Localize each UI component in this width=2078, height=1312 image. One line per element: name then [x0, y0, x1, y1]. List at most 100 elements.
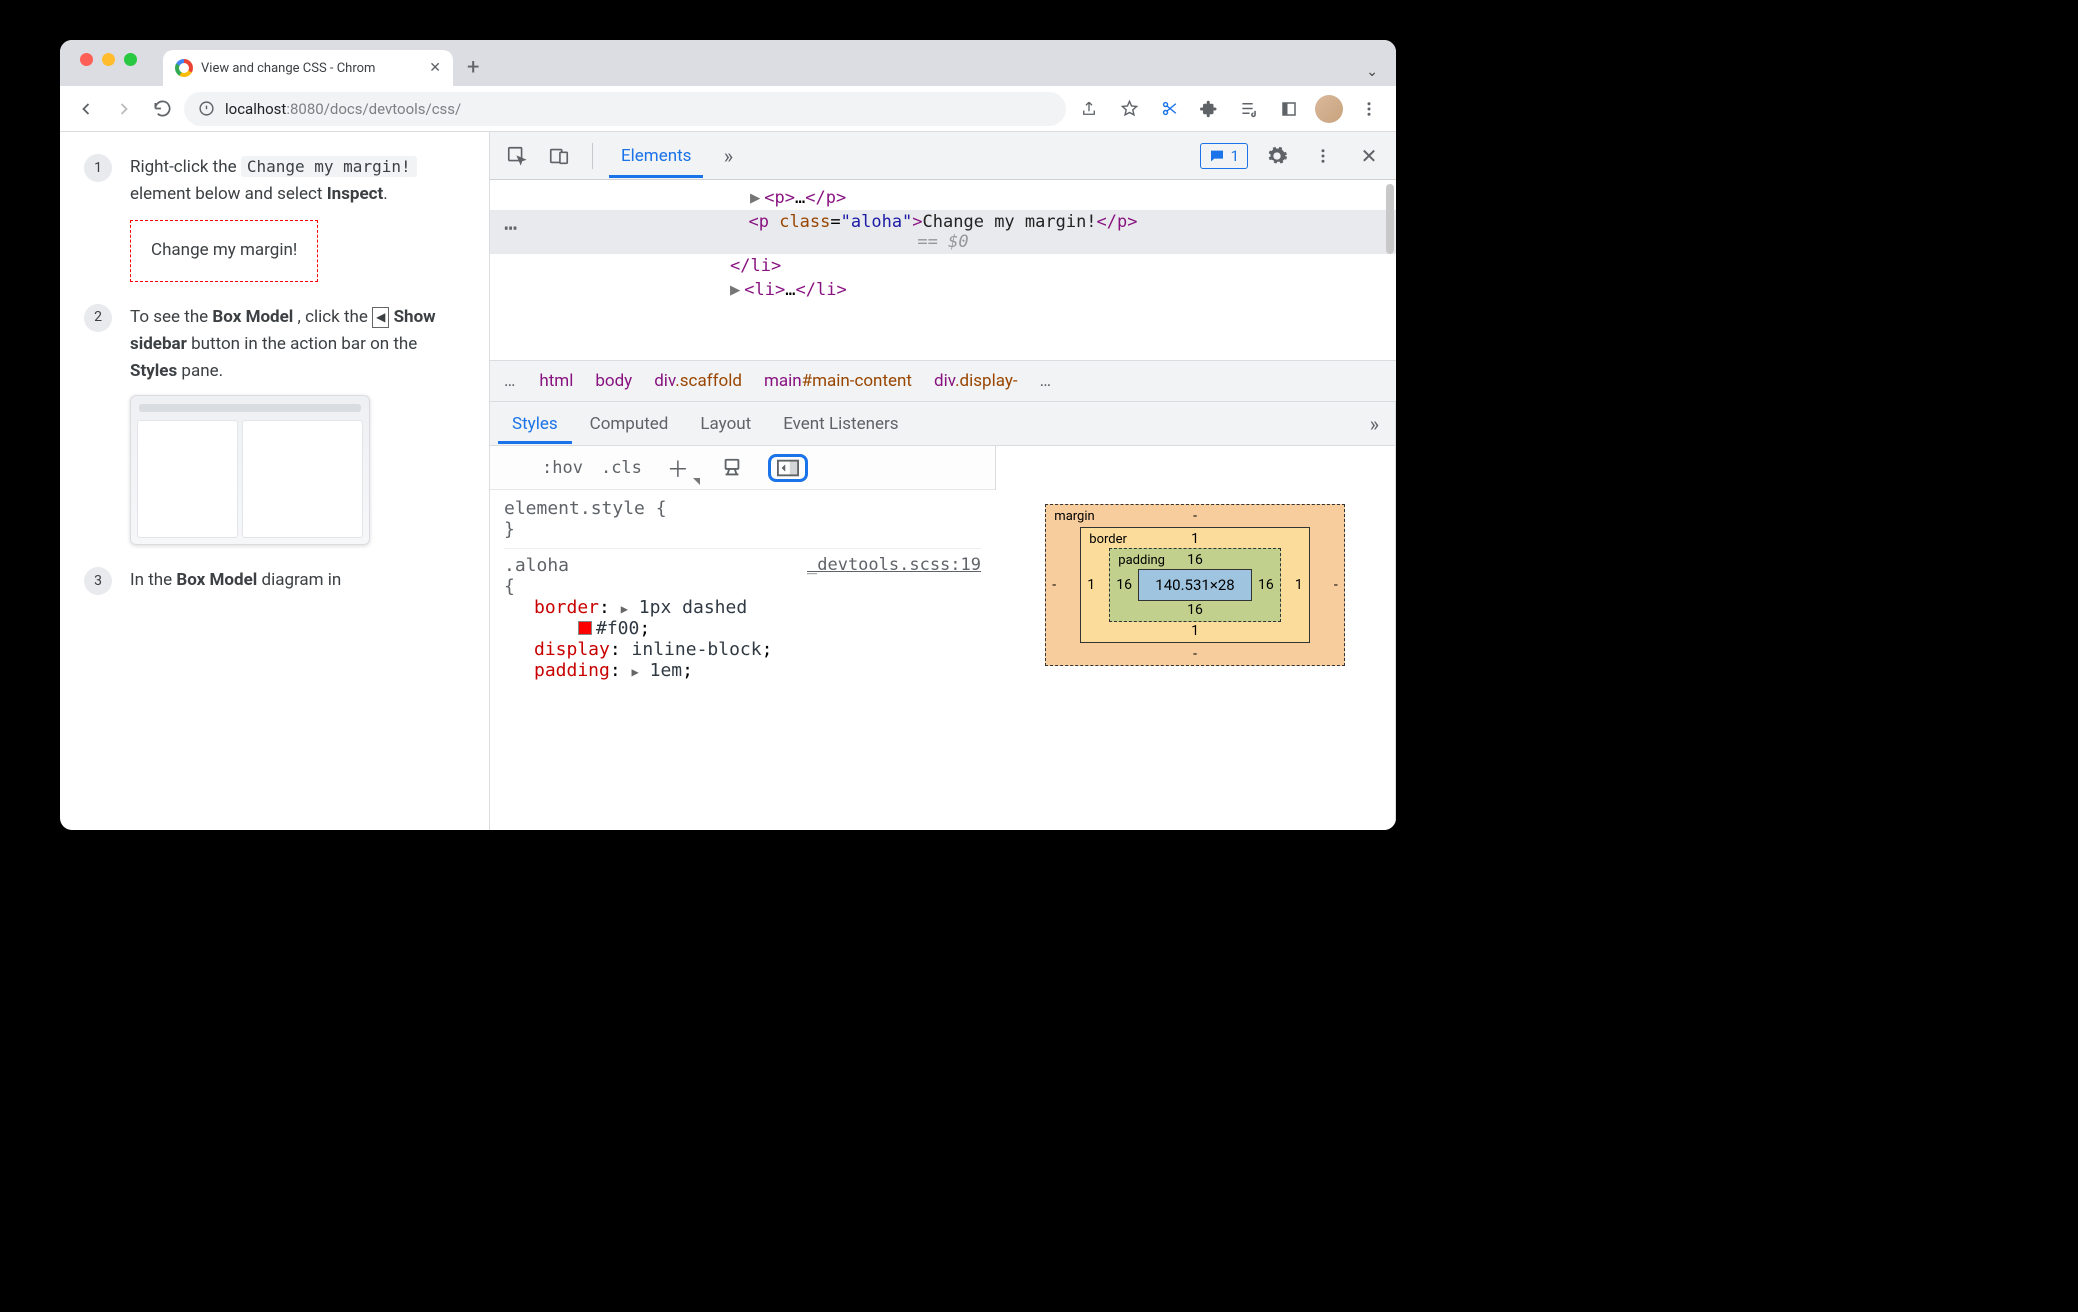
window-controls [72, 40, 145, 86]
more-tabs-icon[interactable]: » [711, 139, 745, 173]
device-toolbar-icon[interactable] [542, 139, 576, 173]
subtab-styles[interactable]: Styles [498, 404, 572, 444]
dom-node[interactable]: ▶<li>…</li> [490, 278, 1396, 302]
styles-rules[interactable]: element.style { } _devtools.scss:19 .alo… [490, 490, 995, 830]
minimize-window[interactable] [102, 53, 115, 66]
styles-toolbar: :hov .cls ＋ [490, 446, 995, 490]
breadcrumb-item[interactable]: main#main-content [764, 371, 912, 391]
dom-tree[interactable]: ▶<p>…</p> ⋯ <p class="aloha">Change my m… [490, 180, 1396, 360]
chrome-favicon [175, 59, 193, 77]
browser-tab[interactable]: View and change CSS - Chrom ✕ [163, 50, 453, 86]
show-sidebar-button[interactable] [768, 454, 808, 482]
bm-value[interactable]: 16 [1258, 577, 1274, 593]
back-button[interactable] [70, 93, 102, 125]
subtab-layout[interactable]: Layout [686, 404, 765, 443]
rendered-page: 1 Right-click the Change my margin! elem… [60, 132, 490, 830]
kebab-menu-icon[interactable] [1306, 139, 1340, 173]
box-model-diagram[interactable]: margin - - - - border 1 1 [995, 490, 1395, 830]
rendering-hints-icon[interactable] [714, 453, 750, 483]
css-property[interactable]: display: inline-block; [504, 639, 981, 660]
rule-aloha[interactable]: _devtools.scss:19 .aloha { border: ▶ 1px… [504, 548, 981, 681]
change-my-margin-box[interactable]: Change my margin! [130, 220, 318, 281]
more-subtabs-icon[interactable]: » [1362, 412, 1387, 436]
reading-list-icon[interactable] [1272, 92, 1306, 126]
content-area: 1 Right-click the Change my margin! elem… [60, 132, 1396, 830]
breadcrumb-item[interactable]: body [595, 371, 632, 391]
bm-label: padding [1118, 553, 1165, 568]
menu-icon[interactable] [1352, 92, 1386, 126]
bm-value[interactable]: 1 [1191, 531, 1199, 547]
bm-margin-layer[interactable]: margin - - - - border 1 1 [1045, 504, 1344, 666]
bm-value[interactable]: - [1052, 577, 1056, 593]
scrollbar-thumb[interactable] [1386, 184, 1394, 254]
step-bold: Box Model [176, 570, 257, 590]
subtab-computed[interactable]: Computed [576, 404, 683, 443]
step-text: In the [130, 570, 176, 590]
playlist-icon[interactable] [1232, 92, 1266, 126]
breadcrumb-more-icon[interactable]: … [1040, 371, 1053, 391]
bm-value[interactable]: 16 [1187, 552, 1203, 568]
screenshot-thumbnail [130, 395, 370, 545]
hov-toggle[interactable]: :hov [542, 458, 583, 478]
subtab-event-listeners[interactable]: Event Listeners [769, 404, 912, 443]
extensions-icon[interactable] [1192, 92, 1226, 126]
dom-node-selected[interactable]: ⋯ <p class="aloha">Change my margin!</p>… [490, 210, 1396, 254]
color-swatch[interactable] [578, 621, 592, 635]
step-text: diagram in [261, 570, 341, 590]
tabs-menu-icon[interactable]: ⌄ [1366, 64, 1378, 86]
tab-elements[interactable]: Elements [609, 134, 703, 178]
rule-source-link[interactable]: _devtools.scss:19 [807, 555, 981, 575]
bm-value[interactable]: - [1193, 508, 1197, 524]
reload-button[interactable] [146, 93, 178, 125]
inspect-element-icon[interactable] [500, 139, 534, 173]
bm-value[interactable]: 1 [1295, 577, 1303, 593]
bm-value[interactable]: 1 [1191, 623, 1199, 639]
close-tab-icon[interactable]: ✕ [429, 60, 441, 76]
dom-node[interactable]: ▶<p>…</p> [490, 186, 1396, 210]
bm-value[interactable]: 16 [1116, 577, 1132, 593]
boxmodel-toolbar [995, 446, 1395, 490]
step-bold: Inspect [327, 184, 384, 204]
bm-content-layer[interactable]: 140.531×28 [1138, 569, 1251, 601]
rule-selector: element.style { [504, 498, 667, 519]
css-property[interactable]: border: ▶ 1px dashed #f00; [504, 597, 981, 639]
address-bar[interactable]: localhost:8080/docs/devtools/css/ [184, 92, 1066, 126]
dom-node[interactable]: </li> [490, 254, 1396, 278]
maximize-window[interactable] [124, 53, 137, 66]
issues-count: 1 [1231, 147, 1239, 165]
issues-badge[interactable]: 1 [1200, 143, 1248, 169]
share-icon[interactable] [1072, 92, 1106, 126]
breadcrumb-item[interactable]: html [539, 371, 573, 391]
cls-toggle[interactable]: .cls [601, 458, 642, 478]
step-text: , click the [298, 307, 373, 327]
bm-value[interactable]: 1 [1087, 577, 1095, 593]
breadcrumb-bar[interactable]: … html body div.scaffold main#main-conte… [490, 360, 1396, 402]
css-property[interactable]: padding: ▶ 1em; [504, 660, 981, 681]
profile-avatar[interactable] [1312, 92, 1346, 126]
breadcrumb-item[interactable]: div.display- [934, 371, 1018, 391]
close-window[interactable] [80, 53, 93, 66]
rule-element-style[interactable]: element.style { } [504, 498, 981, 540]
tab-strip: View and change CSS - Chrom ✕ + ⌄ [60, 40, 1396, 86]
selected-badge: == $0 [917, 232, 968, 252]
rule-brace: { [504, 576, 515, 597]
bm-border-layer[interactable]: border 1 1 1 1 padding 16 [1080, 527, 1309, 643]
bm-value[interactable]: - [1334, 577, 1338, 593]
bm-value[interactable]: - [1193, 646, 1197, 662]
bookmark-star-icon[interactable] [1112, 92, 1146, 126]
devtools-panel: Elements » 1 ✕ ▶<p>…</p> ⋯ <p class="alo… [490, 132, 1396, 830]
lower-panels: Styles Computed Layout Event Listeners »… [490, 402, 1396, 830]
step-2: 2 To see the Box Model , click the ◀ Sho… [84, 304, 465, 546]
settings-gear-icon[interactable] [1260, 139, 1294, 173]
dom-actions-icon[interactable]: ⋯ [504, 216, 519, 241]
breadcrumb-more-icon[interactable]: … [504, 371, 517, 391]
bm-padding-layer[interactable]: padding 16 16 16 16 140.531×28 [1109, 548, 1280, 622]
new-tab-button[interactable]: + [453, 55, 493, 86]
styles-subtabs: Styles Computed Layout Event Listeners » [490, 402, 1395, 446]
scissors-icon[interactable] [1152, 92, 1186, 126]
bm-value[interactable]: 16 [1187, 602, 1203, 618]
breadcrumb-item[interactable]: div.scaffold [654, 371, 742, 391]
forward-button[interactable] [108, 93, 140, 125]
new-rule-icon[interactable]: ＋ [660, 453, 696, 483]
close-devtools-icon[interactable]: ✕ [1352, 139, 1386, 173]
